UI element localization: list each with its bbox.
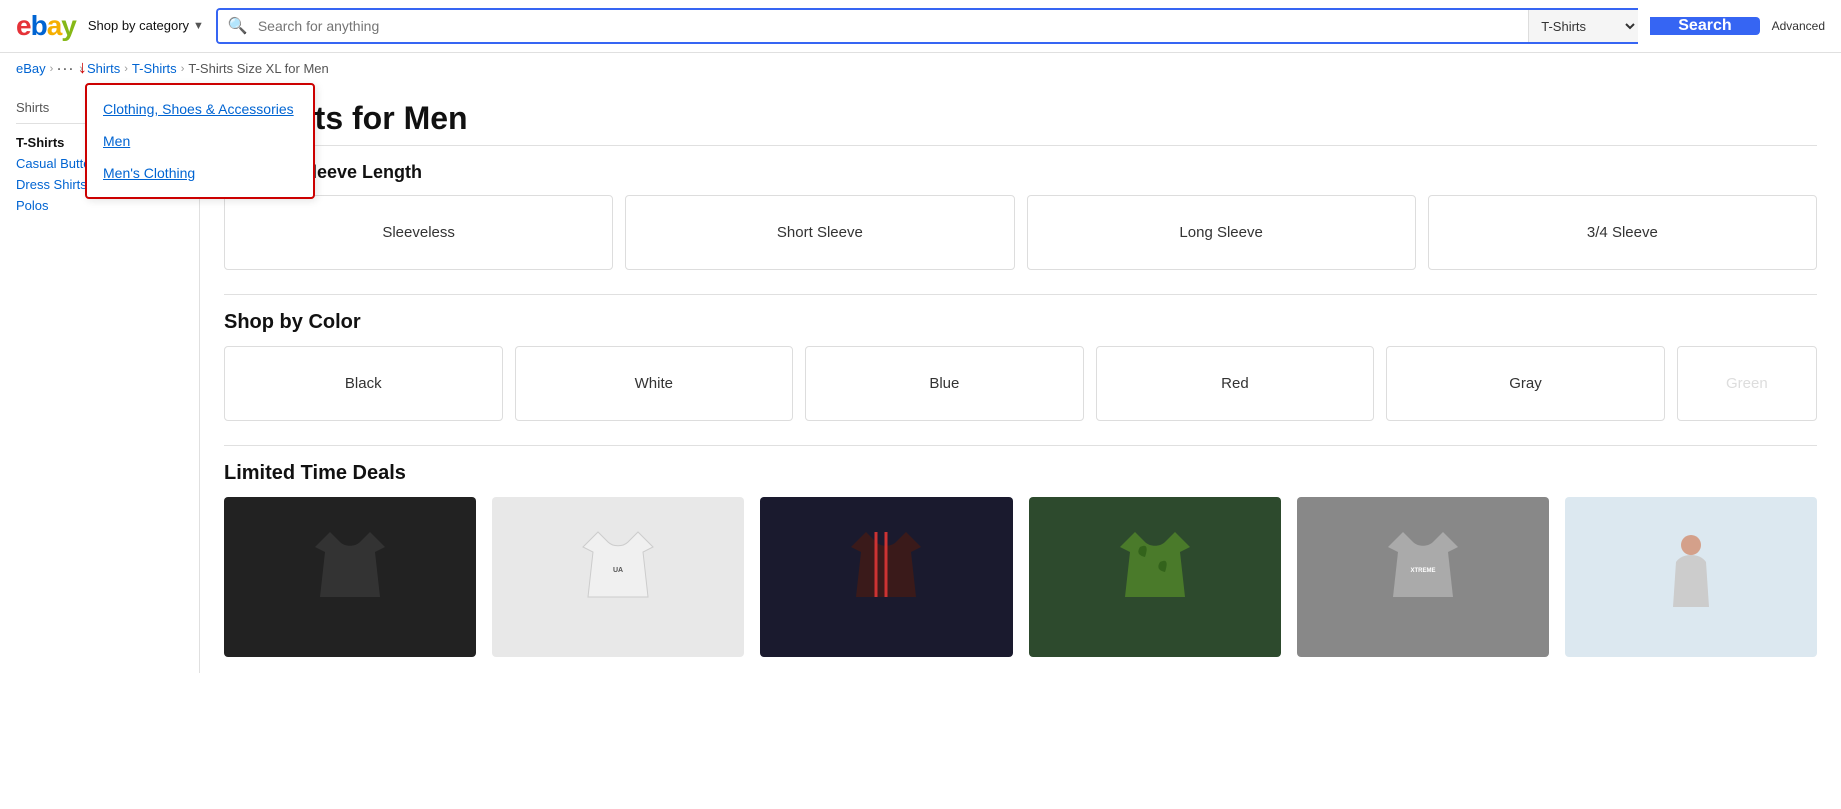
breadcrumb-current: T-Shirts Size XL for Men: [188, 61, 328, 76]
sleeve-tile-short[interactable]: Short Sleeve: [625, 195, 1014, 270]
sleeve-tiles-row: Sleeveless Short Sleeve Long Sleeve 3/4 …: [224, 195, 1817, 270]
person-svg: [1661, 527, 1721, 627]
page-title: T-Shirts for Men: [224, 100, 1817, 137]
search-bar: 🔍 T-Shirts: [216, 8, 1638, 44]
color-tile-red[interactable]: Red: [1096, 346, 1375, 421]
limited-time-deals-title: Limited Time Deals: [224, 462, 1817, 485]
chevron-down-icon: ▼: [193, 20, 204, 32]
color-tile-blue[interactable]: Blue: [805, 346, 1084, 421]
section-divider-2: [224, 294, 1817, 295]
sleeve-tile-sleeveless[interactable]: Sleeveless: [224, 195, 613, 270]
breadcrumb-home[interactable]: eBay: [16, 61, 46, 76]
color-tile-gray[interactable]: Gray: [1386, 346, 1665, 421]
breadcrumb-sep-1: ›: [50, 63, 54, 75]
svg-text:UA: UA: [613, 567, 623, 574]
logo-e: e: [16, 10, 31, 42]
breadcrumb: eBay › ··· › Shirts › T-Shirts › T-Shirt…: [0, 53, 1841, 84]
search-input[interactable]: [258, 10, 1528, 42]
section-divider-3: [224, 445, 1817, 446]
deal-card-3[interactable]: [760, 497, 1012, 657]
ebay-logo[interactable]: ebay: [16, 10, 76, 42]
advanced-link[interactable]: Advanced: [1772, 19, 1825, 33]
breadcrumb-tshirts[interactable]: T-Shirts: [132, 61, 177, 76]
dropdown-item-men[interactable]: Men: [87, 125, 313, 157]
breadcrumb-dropdown: Clothing, Shoes & Accessories Men Men's …: [85, 83, 315, 199]
shop-by-category-label: Shop by category: [88, 18, 189, 35]
deal-card-5[interactable]: XTREME: [1297, 497, 1549, 657]
logo-a: a: [47, 10, 62, 42]
breadcrumb-dots[interactable]: ···: [57, 62, 75, 76]
red-arrow-icon: ↓: [78, 57, 87, 78]
shirt-svg-2: UA: [578, 527, 658, 627]
search-button[interactable]: Search: [1650, 17, 1759, 35]
shirt-svg-3: [846, 527, 926, 627]
sleeve-tile-threequarter[interactable]: 3/4 Sleeve: [1428, 195, 1817, 270]
search-icon: 🔍: [218, 10, 258, 42]
logo-y: y: [61, 10, 76, 42]
breadcrumb-area: ↓ eBay › ··· › Shirts › T-Shirts › T-Shi…: [0, 53, 1841, 84]
shirt-svg-1: [310, 527, 390, 627]
shop-by-color-title: Shop by Color: [224, 311, 1817, 334]
dropdown-item-clothing[interactable]: Clothing, Shoes & Accessories: [87, 93, 313, 125]
color-tile-white[interactable]: White: [515, 346, 794, 421]
svg-text:XTREME: XTREME: [1410, 568, 1435, 574]
color-tiles-row: Black White Blue Red Gray Green: [224, 346, 1817, 421]
shop-by-category-button[interactable]: Shop by category ▼: [88, 18, 204, 35]
shirt-svg-5: XTREME: [1383, 527, 1463, 627]
sleeve-tile-long[interactable]: Long Sleeve: [1027, 195, 1416, 270]
deal-card-1[interactable]: [224, 497, 476, 657]
deal-card-2[interactable]: UA: [492, 497, 744, 657]
deal-card-4[interactable]: [1029, 497, 1281, 657]
main-content: T-Shirts for Men Shop by Sleeve Length S…: [200, 84, 1841, 673]
section-divider-1: [224, 145, 1817, 146]
breadcrumb-sep-3: ›: [124, 63, 128, 75]
color-tile-black[interactable]: Black: [224, 346, 503, 421]
logo-b: b: [31, 10, 47, 42]
dropdown-item-mens-clothing[interactable]: Men's Clothing: [87, 157, 313, 189]
color-tile-green[interactable]: Green: [1677, 346, 1817, 421]
breadcrumb-shirts[interactable]: Shirts: [87, 61, 120, 76]
category-select[interactable]: T-Shirts: [1528, 10, 1638, 42]
breadcrumb-sep-4: ›: [181, 63, 185, 75]
deal-card-6[interactable]: [1565, 497, 1817, 657]
deals-row: UA: [224, 497, 1817, 657]
header: ebay Shop by category ▼ 🔍 T-Shirts Searc…: [0, 0, 1841, 53]
shop-by-sleeve-label: Shop by Sleeve Length: [224, 162, 1817, 183]
shirt-svg-4: [1115, 527, 1195, 627]
